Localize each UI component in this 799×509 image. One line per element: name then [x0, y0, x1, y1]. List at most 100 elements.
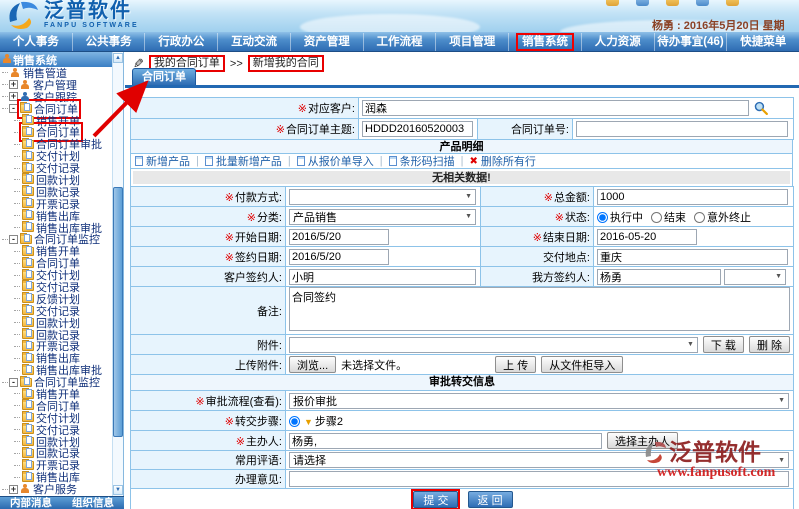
approval-flow-select[interactable]: 报价审批▼ [289, 393, 789, 409]
attachment-select[interactable]: ▼ [289, 337, 698, 353]
toolbar-button-3[interactable]: 条形码扫描 [389, 153, 455, 169]
scrollbar-thumb[interactable] [113, 187, 123, 437]
nav-item-5[interactable]: 工作流程 [363, 33, 436, 51]
owner-input[interactable] [289, 433, 602, 449]
status-radio[interactable] [694, 212, 705, 223]
subject-input[interactable] [362, 121, 473, 137]
toolbar-separator: | [288, 155, 291, 167]
nav-item-8[interactable]: 人力资源 [581, 33, 654, 51]
end-date-input[interactable] [597, 229, 697, 245]
tree-connector [14, 334, 20, 335]
nav-item-0[interactable]: 个人事务 [0, 33, 72, 51]
logo-subtitle: FANPU SOFTWARE [44, 22, 139, 30]
opinion-label: 办理意见: [131, 470, 286, 489]
header-mini-icon[interactable] [636, 0, 649, 6]
expand-toggle-icon[interactable]: + [9, 80, 18, 89]
tree-connector [14, 120, 20, 121]
remark-textarea[interactable]: 合同签约 [289, 287, 790, 331]
document-icon [205, 156, 213, 166]
toolbar-button-0[interactable]: 新增产品 [135, 153, 190, 169]
document-icon [389, 156, 397, 166]
scroll-down-icon[interactable]: ▼ [113, 485, 123, 495]
header-mini-icon[interactable] [726, 0, 739, 6]
order-no-input[interactable] [576, 121, 788, 137]
customer-input[interactable] [362, 100, 749, 116]
sidebar-scrollbar[interactable]: ▲ ▼ [112, 52, 123, 496]
submit-annotation-box: 提 交 [411, 489, 460, 509]
total-input[interactable] [597, 189, 788, 205]
toolbar-button-1[interactable]: 批量新增产品 [205, 153, 282, 169]
nav-item-7[interactable]: 销售系统 [508, 33, 581, 51]
nav-item-9[interactable]: 待办事宜(46) [654, 33, 727, 51]
folder-icon [22, 354, 34, 363]
folder-icon [22, 306, 34, 315]
step-radio-option[interactable]: ▼步骤2 [289, 416, 343, 428]
tab-contract-order[interactable]: 合同订单 [132, 68, 196, 85]
tree-connector [14, 263, 20, 264]
folder-icon [22, 282, 34, 291]
status-option-结束[interactable]: 结束 [651, 212, 686, 224]
our-signer-select[interactable]: ▼ [724, 269, 786, 285]
expand-toggle-icon[interactable]: - [9, 378, 18, 387]
nav-item-2[interactable]: 行政办公 [144, 33, 217, 51]
total-label: ※总金额: [481, 187, 594, 207]
scroll-up-icon[interactable]: ▲ [113, 53, 123, 63]
delivery-place-input[interactable] [597, 249, 788, 265]
tab-org-info[interactable]: 组织信息 [62, 497, 124, 509]
browse-button[interactable]: 浏览... [289, 356, 336, 373]
status-option-意外终止[interactable]: 意外终止 [694, 212, 751, 224]
folder-icon [22, 187, 34, 196]
our-signer-input[interactable] [597, 269, 721, 285]
upload-button[interactable]: 上 传 [495, 356, 536, 373]
tab-internal-message[interactable]: 内部消息 [0, 497, 62, 509]
expand-toggle-icon[interactable]: + [9, 92, 18, 101]
tree-connector [14, 156, 20, 157]
header-mini-icon[interactable] [696, 0, 709, 6]
tree-connector [14, 215, 20, 216]
tree-connector [14, 132, 20, 133]
nav-item-4[interactable]: 资产管理 [290, 33, 363, 51]
customer-signer-input[interactable] [289, 269, 476, 285]
category-select[interactable]: 产品销售▼ [289, 209, 476, 225]
tree-item-label: 客户服务 [33, 481, 77, 496]
tree-item-35[interactable]: + 客户服务 [0, 483, 113, 495]
expand-toggle-icon[interactable]: - [9, 104, 18, 113]
step-radio[interactable] [289, 416, 300, 427]
nav-item-1[interactable]: 公共事务 [72, 33, 145, 51]
tree-connector [2, 382, 8, 383]
status-radio[interactable] [597, 212, 608, 223]
watermark-swoosh-icon [643, 441, 667, 465]
sign-date-input[interactable] [289, 249, 389, 265]
breadcrumb-item-new-contract[interactable]: 新增我的合同 [248, 55, 324, 72]
import-from-cabinet-button[interactable]: 从文件柜导入 [541, 356, 623, 373]
toolbar-button-2[interactable]: 从报价单导入 [297, 153, 374, 169]
submit-button[interactable]: 提 交 [413, 491, 458, 508]
download-button[interactable]: 下 载 [703, 336, 744, 353]
sidebar-title: 销售系统 [13, 52, 57, 68]
tree-connector [14, 346, 20, 347]
end-date-label: ※结束日期: [481, 227, 594, 247]
delivery-place-label: 交付地点: [481, 247, 594, 267]
nav-item-3[interactable]: 互动交流 [217, 33, 290, 51]
search-icon[interactable] [754, 101, 768, 115]
status-option-执行中[interactable]: 执行中 [597, 212, 643, 224]
tree-connector [14, 370, 20, 371]
status-radio[interactable] [651, 212, 662, 223]
expand-toggle-icon[interactable]: + [9, 485, 18, 494]
header-mini-icon[interactable] [666, 0, 679, 6]
back-button[interactable]: 返 回 [468, 491, 513, 508]
step-label: ※转交步骤: [131, 411, 286, 431]
nav-item-6[interactable]: 项目管理 [435, 33, 508, 51]
delete-button[interactable]: 删 除 [749, 336, 790, 353]
nav-item-10[interactable]: 快捷菜单 [726, 33, 799, 51]
payment-select[interactable]: ▼ [289, 189, 476, 205]
folder-icon [22, 271, 34, 280]
header-mini-icon[interactable] [606, 0, 619, 6]
expand-toggle-icon[interactable]: - [9, 235, 18, 244]
attachment-label: 附件: [131, 335, 286, 355]
tree-connector [14, 203, 20, 204]
start-date-label: ※开始日期: [131, 227, 286, 247]
document-icon [297, 156, 305, 166]
start-date-input[interactable] [289, 229, 389, 245]
toolbar-button-4[interactable]: ✖删除所有行 [469, 153, 535, 169]
